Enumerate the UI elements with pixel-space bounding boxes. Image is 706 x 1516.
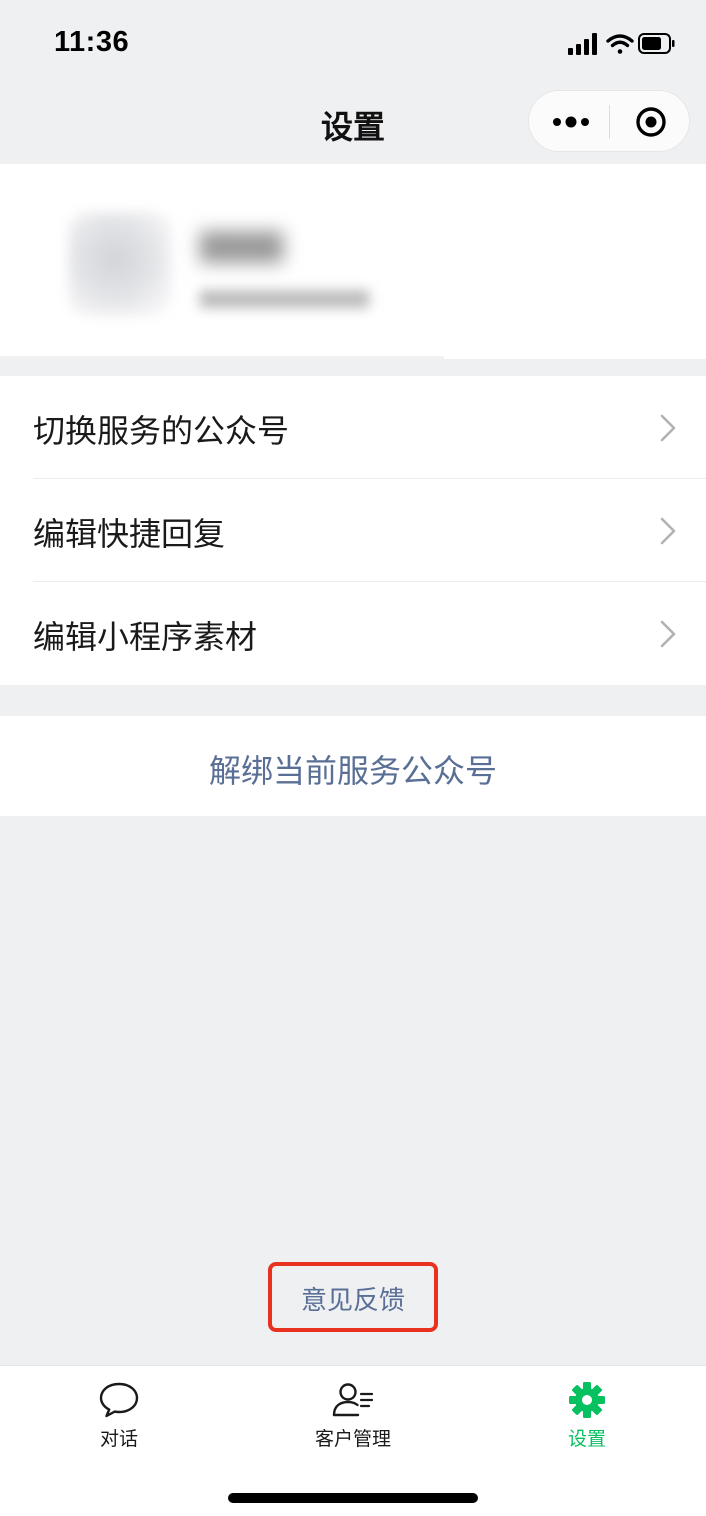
status-bar: 11:36 — [0, 0, 706, 88]
wifi-icon — [606, 34, 634, 54]
menu-item-quick-reply[interactable]: 编辑快捷回复 — [0, 479, 706, 582]
feedback-label: 意见反馈 — [300, 1286, 405, 1316]
avatar — [68, 212, 172, 316]
customer-list-icon — [332, 1383, 374, 1417]
nav-bar: 设置 — [0, 88, 706, 164]
menu-item-switch-account[interactable]: 切换服务的公众号 — [0, 376, 706, 479]
menu-item-label: 切换服务的公众号 — [33, 412, 290, 450]
unbind-account-button[interactable]: 解绑当前服务公众号 — [0, 716, 706, 816]
gear-icon — [569, 1382, 605, 1418]
signal-icon — [568, 33, 597, 55]
menu-item-miniprogram-materials[interactable]: 编辑小程序素材 — [0, 582, 706, 685]
feedback-link[interactable]: 意见反馈 — [268, 1262, 438, 1332]
account-profile-card[interactable] — [0, 164, 706, 359]
tab-chat[interactable]: 对话 — [59, 1366, 179, 1456]
close-miniprogram-button[interactable] — [610, 91, 690, 153]
status-icons — [568, 33, 675, 55]
more-icon — [553, 116, 589, 128]
more-button[interactable] — [529, 91, 609, 153]
account-id-blurred: ▆▆▆▆▆▆▆▆▆▆▆ — [200, 284, 370, 308]
battery-icon — [638, 33, 675, 54]
tab-label: 设置 — [567, 1428, 606, 1450]
miniprogram-capsule — [528, 90, 690, 152]
divider — [0, 356, 444, 359]
status-time: 11:36 — [54, 26, 130, 58]
menu-item-label: 编辑小程序素材 — [33, 618, 258, 656]
chevron-right-icon — [660, 620, 676, 648]
tab-settings[interactable]: 设置 — [527, 1366, 647, 1456]
chevron-right-icon — [660, 517, 676, 545]
unbind-label: 解绑当前服务公众号 — [208, 752, 497, 790]
tab-label: 客户管理 — [314, 1428, 391, 1450]
close-miniprogram-icon — [636, 107, 666, 137]
menu-item-label: 编辑快捷回复 — [33, 515, 226, 553]
settings-menu: 切换服务的公众号 编辑快捷回复 编辑小程序素材 — [0, 376, 706, 685]
account-name-blurred: ▆▆▆ — [200, 222, 284, 263]
chat-bubble-icon — [99, 1382, 139, 1418]
chevron-right-icon — [660, 414, 676, 442]
tab-customer-management[interactable]: 客户管理 — [293, 1366, 413, 1456]
home-indicator — [228, 1493, 478, 1503]
tab-label: 对话 — [99, 1428, 138, 1450]
